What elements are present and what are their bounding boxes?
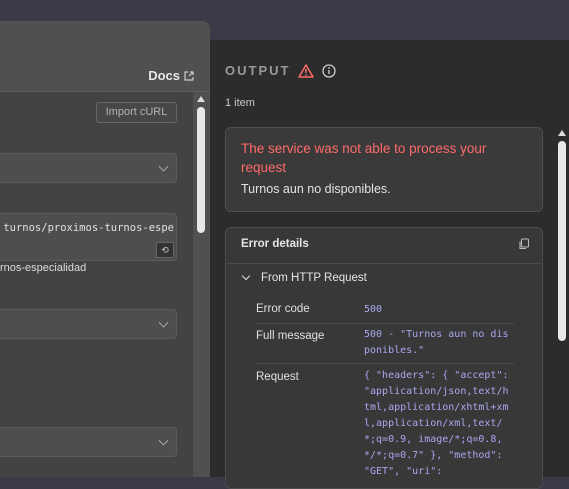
chevron-down-icon xyxy=(158,435,169,446)
request-label: Request xyxy=(256,371,299,383)
output-panel: OUTPUT 1 item The service was not able t… xyxy=(210,40,569,489)
error-details-card: Error details From HTTP Request Error co… xyxy=(225,227,543,489)
parameters-area xyxy=(0,92,193,477)
output-title: OUTPUT xyxy=(225,63,291,78)
details-divider xyxy=(226,263,542,264)
docs-label: Docs xyxy=(148,68,180,83)
scroll-up-icon[interactable] xyxy=(558,130,566,136)
authentication-select[interactable] xyxy=(0,309,177,339)
docs-link[interactable]: Docs xyxy=(148,68,194,83)
source-label: From HTTP Request xyxy=(261,272,367,284)
details-title: Error details xyxy=(241,238,309,250)
request-value: { "headers": { "accept": "application/js… xyxy=(364,370,509,477)
right-scrollbar[interactable] xyxy=(557,128,567,477)
error-title: The service was not able to process your… xyxy=(241,141,487,175)
info-icon[interactable] xyxy=(322,63,337,78)
row-divider xyxy=(256,363,514,364)
scroll-up-icon[interactable] xyxy=(197,96,205,102)
chevron-down-icon xyxy=(158,317,169,328)
row-divider xyxy=(256,323,514,324)
error-card: The service was not able to process your… xyxy=(225,127,543,212)
copy-icon[interactable] xyxy=(518,238,530,250)
url-input[interactable]: turnos/proximos-turnos-espe ⟲ xyxy=(0,213,177,261)
full-message-label: Full message xyxy=(256,330,325,342)
full-message-value: 500 - "Turnos aun no disponibles." xyxy=(364,329,509,356)
option-select[interactable] xyxy=(0,427,177,457)
import-curl-button[interactable]: Import cURL xyxy=(96,102,177,123)
expression-icon[interactable]: ⟲ xyxy=(156,242,174,258)
warning-icon xyxy=(298,63,315,78)
error-code-label: Error code xyxy=(256,303,310,315)
scroll-thumb[interactable] xyxy=(197,107,205,233)
items-count: 1 item xyxy=(225,97,255,109)
error-code-value: 500 xyxy=(364,304,383,315)
left-scrollbar[interactable] xyxy=(196,94,206,477)
chevron-down-icon xyxy=(158,161,169,172)
method-select[interactable] xyxy=(0,153,177,183)
source-toggle[interactable]: From HTTP Request xyxy=(241,271,367,284)
output-header: OUTPUT xyxy=(225,63,337,78)
external-link-icon xyxy=(184,70,194,81)
chevron-down-icon xyxy=(241,271,251,281)
url-hint: rnos-especialidad xyxy=(0,262,87,274)
scroll-thumb[interactable] xyxy=(558,141,566,341)
error-message: Turnos aun no disponibles. xyxy=(241,182,391,196)
url-value: turnos/proximos-turnos-espe xyxy=(3,222,174,234)
